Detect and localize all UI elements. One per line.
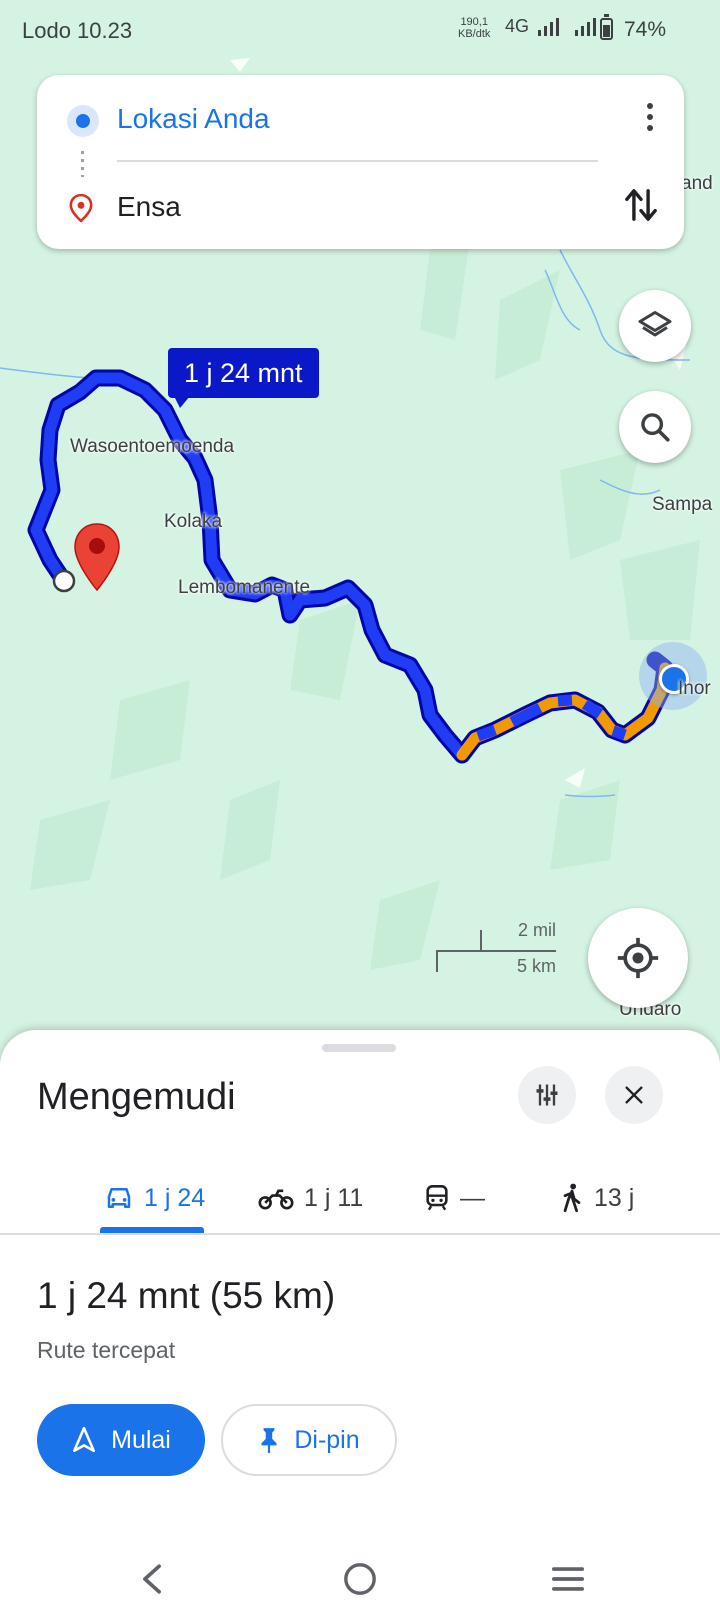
back-icon[interactable] xyxy=(137,1562,167,1596)
tab-transit-label: — xyxy=(460,1183,485,1212)
route-description: Rute tercepat xyxy=(37,1337,176,1363)
tab-transit[interactable]: — xyxy=(424,1158,485,1238)
layers-button[interactable] xyxy=(619,290,691,362)
route-dots xyxy=(81,151,84,177)
destination-field[interactable]: Ensa xyxy=(117,191,181,223)
destination-pin-icon[interactable] xyxy=(73,522,121,592)
tab-driving[interactable]: 1 j 24 xyxy=(104,1158,205,1238)
signal-indicator: 4G xyxy=(505,16,597,37)
close-icon xyxy=(625,1086,643,1104)
search-along-route-button[interactable] xyxy=(619,391,691,463)
start-navigation-button[interactable]: Mulai xyxy=(37,1404,205,1476)
sheet-drag-handle[interactable] xyxy=(322,1044,396,1052)
directions-card: Lokasi Anda Ensa xyxy=(37,75,684,249)
my-location-icon xyxy=(617,937,659,979)
scale-km: 5 km xyxy=(516,956,556,976)
place-label-inor: Inor xyxy=(678,678,711,699)
tab-walking[interactable]: 13 j xyxy=(560,1158,634,1238)
place-label-wasoentoemoenda: Wasoentoemoenda xyxy=(70,436,235,457)
travel-mode-tabs: 1 j 24 1 j 11 — 13 j xyxy=(0,1158,720,1238)
battery-icon xyxy=(600,14,613,40)
route-duration-bubble[interactable]: 1 j 24 mnt xyxy=(168,348,319,408)
recenter-location-button[interactable] xyxy=(588,908,688,1008)
place-label-lembomanente: Lembomanente xyxy=(178,577,311,598)
car-icon xyxy=(107,1188,131,1208)
route-summary: 1 j 24 mnt (55 km) xyxy=(37,1275,336,1316)
start-navigation-label: Mulai xyxy=(111,1425,171,1454)
place-label-kolaka: Kolaka xyxy=(164,511,223,532)
origin-field[interactable]: Lokasi Anda xyxy=(117,103,270,135)
layers-icon xyxy=(638,311,672,337)
pin-icon xyxy=(261,1428,277,1453)
tab-motorbike-label: 1 j 11 xyxy=(304,1183,364,1212)
motorbike-icon xyxy=(258,1189,294,1210)
place-label-and: and xyxy=(681,173,713,194)
status-time: Lodo 10.23 xyxy=(22,18,133,43)
status-bar: Lodo 10.23 190,1 KB/dtk 4G 74% xyxy=(0,0,720,62)
battery-percent: 74% xyxy=(624,18,667,41)
signal-icon xyxy=(538,18,560,37)
tab-walking-label: 13 j xyxy=(594,1183,635,1212)
train-icon xyxy=(426,1185,448,1211)
more-options-button[interactable] xyxy=(644,103,656,137)
route-options-button[interactable] xyxy=(518,1066,576,1124)
tune-icon xyxy=(536,1084,558,1106)
tab-motorbike[interactable]: 1 j 11 xyxy=(258,1158,363,1238)
origin-icon xyxy=(67,105,99,137)
tab-driving-label: 1 j 24 xyxy=(144,1183,206,1212)
sheet-title: Mengemudi xyxy=(37,1076,236,1118)
scale-miles: 2 mil xyxy=(517,920,556,940)
search-icon xyxy=(641,413,670,442)
walking-icon xyxy=(563,1183,581,1213)
close-button[interactable] xyxy=(605,1066,663,1124)
system-nav-bar xyxy=(0,1548,720,1612)
pin-route-button[interactable]: Di-pin xyxy=(221,1404,397,1476)
home-icon[interactable] xyxy=(343,1562,377,1596)
place-label-sampa: Sampa xyxy=(652,494,713,515)
menu-icon[interactable] xyxy=(551,1564,585,1594)
navigation-arrow-icon xyxy=(73,1426,96,1453)
pin-route-label: Di-pin xyxy=(294,1425,360,1454)
destination-pin-icon-small xyxy=(69,193,93,223)
swap-icon[interactable] xyxy=(624,185,658,225)
net-speed: 190,1 KB/dtk xyxy=(458,16,491,40)
signal-icon-2 xyxy=(575,18,597,37)
map-scale: 2 mil 5 km xyxy=(436,918,556,988)
directions-sheet: Mengemudi 1 j 24 1 j 11 — 13 j 1 j 24 mn… xyxy=(0,1030,720,1612)
